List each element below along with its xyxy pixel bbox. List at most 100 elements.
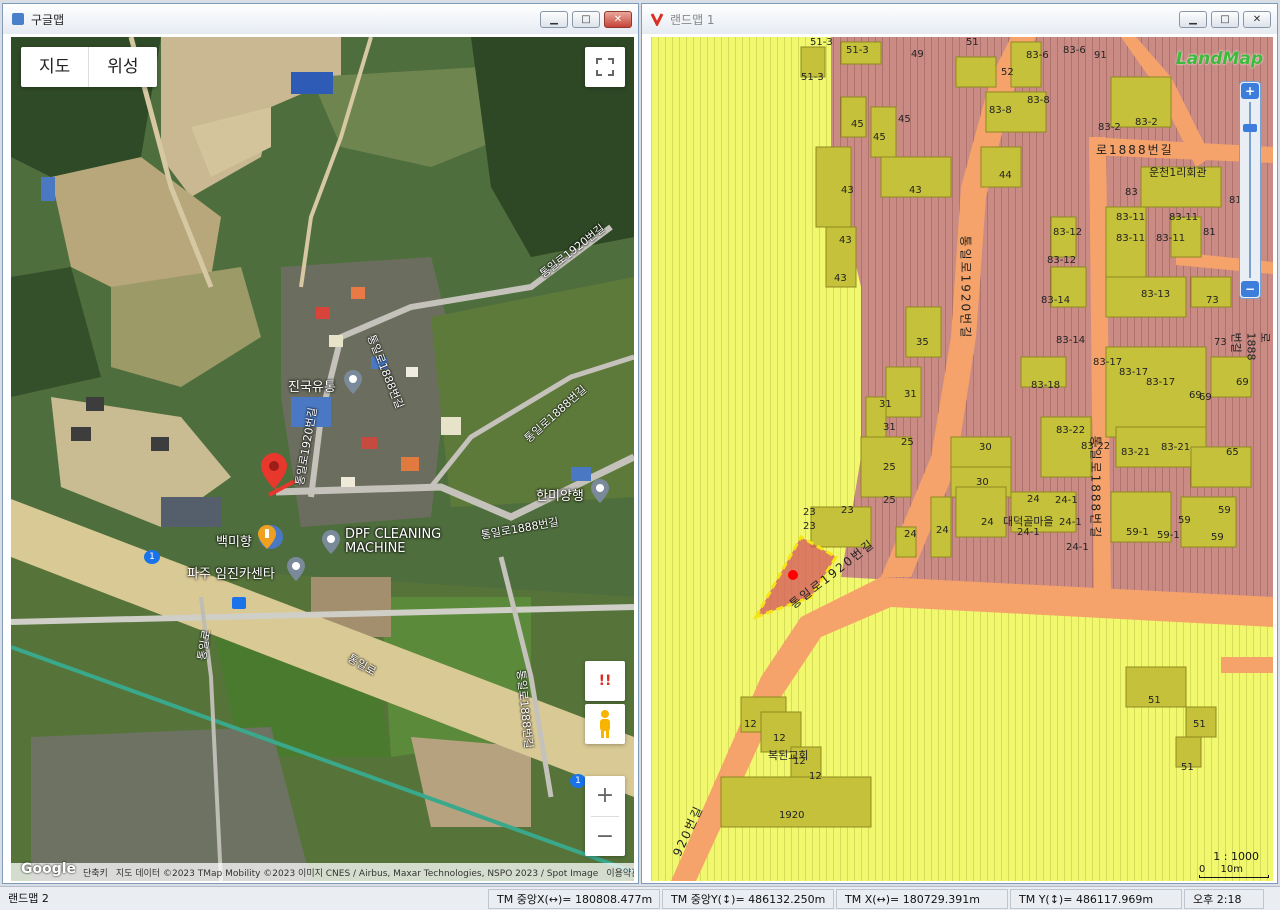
place-pin-icon[interactable] <box>344 370 362 394</box>
landmap-window: 랜드맵 1 ▁ □ ✕ 통일로1920번길 통일로1920번길 로1888번길 … <box>641 3 1278 884</box>
lot-number: 59 <box>1178 515 1191 526</box>
lot-number: 81 <box>1203 227 1216 238</box>
landmap-logo: LandMap <box>1175 49 1263 69</box>
lot-number: 51 <box>1193 719 1206 730</box>
lot-number: 83-8 <box>1027 95 1050 106</box>
lot-number: 51 <box>966 37 979 48</box>
lot-number: 23 <box>803 521 816 532</box>
landmap-titlebar[interactable]: 랜드맵 1 ▁ □ ✕ <box>642 4 1277 34</box>
google-map-titlebar[interactable]: 구글맵 ▁ □ ✕ <box>3 4 638 34</box>
lot-number: 73 <box>1214 337 1227 348</box>
satellite-map-view[interactable]: 지도 위성 진국유통 한미양행 백미향 DPF CLEANING MACHINE… <box>11 37 634 881</box>
status-clock: 오후 2:18 <box>1184 888 1264 909</box>
street-view-pegman-button[interactable] <box>585 704 625 744</box>
lot-number: 24 <box>1027 494 1040 505</box>
lot-number: 30 <box>976 477 989 488</box>
place-label-hanmi[interactable]: 한미양행 <box>536 485 584 504</box>
lot-number: 83-2 <box>1098 122 1121 133</box>
lot-number: 43 <box>841 185 854 196</box>
minimize-icon: ▁ <box>1189 14 1197 25</box>
zoom-control: + − <box>585 776 625 856</box>
lot-number: 44 <box>999 170 1012 181</box>
lot-number: 83-18 <box>1031 380 1061 391</box>
scale-ratio: 1 : 1000 <box>1213 850 1259 863</box>
status-tm-center-x: TM 중앙X(↔)= 180808.477m <box>488 888 660 909</box>
landmap-title: 랜드맵 1 <box>670 12 715 27</box>
lot-number: 83-21 <box>1161 442 1191 453</box>
cadastral-map-view[interactable]: 통일로1920번길 통일로1920번길 로1888번길 통일로1888번길 통일… <box>651 37 1273 881</box>
lot-number: 12 <box>793 756 806 767</box>
minimize-button[interactable]: ▁ <box>1179 11 1207 28</box>
route-badge: 1 <box>144 550 160 564</box>
lot-number: 69 <box>1199 392 1212 403</box>
zoom-out-button[interactable]: − <box>596 817 614 856</box>
maximize-icon: □ <box>581 14 591 25</box>
place-label-jinguk[interactable]: 진국유통 <box>288 376 336 395</box>
zoom-in-button[interactable]: + <box>596 776 614 816</box>
route-badge: 1 <box>570 774 586 788</box>
lot-number: 30 <box>979 442 992 453</box>
lot-number: 1920 <box>779 810 805 821</box>
lot-number: 31 <box>883 422 896 433</box>
fullscreen-button[interactable] <box>585 47 625 87</box>
lot-number: 31 <box>904 389 917 400</box>
status-tm-center-y: TM 중앙Y(↕)= 486132.250m <box>662 888 834 909</box>
lot-number: 83-2 <box>1135 117 1158 128</box>
lot-number: 52 <box>1001 67 1014 78</box>
lot-number: 25 <box>901 437 914 448</box>
lot-number: 83-22 <box>1081 441 1111 452</box>
map-type-satellite-button[interactable]: 위성 <box>88 47 156 87</box>
minimize-button[interactable]: ▁ <box>540 11 568 28</box>
scale-bar-ten: 10m <box>1220 864 1243 875</box>
maximize-button[interactable]: □ <box>1211 11 1239 28</box>
close-button[interactable]: ✕ <box>604 11 632 28</box>
lot-number: 83-21 <box>1121 447 1151 458</box>
lot-number: 51 <box>1181 762 1194 773</box>
lot-number: 91 <box>1094 50 1107 61</box>
place-pin-icon[interactable] <box>322 530 340 554</box>
road-label-1888: 로1888번길 <box>1096 143 1174 157</box>
lot-number: 83-8 <box>989 105 1012 116</box>
lot-number: 83-17 <box>1119 367 1149 378</box>
place-label-baekmi[interactable]: 백미향 <box>216 531 252 550</box>
lot-number: 24 <box>936 525 949 536</box>
lot-number: 83-11 <box>1116 212 1146 223</box>
zoom-out-button[interactable]: − <box>1241 281 1259 297</box>
close-button[interactable]: ✕ <box>1243 11 1271 28</box>
close-icon: ✕ <box>613 14 623 25</box>
lot-number: 83-14 <box>1041 295 1071 306</box>
satellite-imagery <box>11 37 634 881</box>
fullscreen-icon <box>596 58 614 76</box>
lot-number: 83-12 <box>1047 255 1077 266</box>
report-button[interactable]: !! <box>585 661 625 701</box>
lot-number: 23 <box>803 507 816 518</box>
place-label-dpf[interactable]: DPF CLEANING MACHINE <box>345 528 441 556</box>
maximize-button[interactable]: □ <box>572 11 600 28</box>
lot-number: 83 <box>1125 187 1138 198</box>
google-map-title: 구글맵 <box>31 12 65 27</box>
lot-number: 24-1 <box>1059 517 1082 528</box>
place-label-paju[interactable]: 파주 임진카센타 <box>187 563 275 582</box>
status-bar: 랜드맵 2 TM 중앙X(↔)= 180808.477m TM 중앙Y(↕)= … <box>0 886 1280 910</box>
lot-number: 12 <box>809 771 822 782</box>
lot-number: 25 <box>883 495 896 506</box>
lot-number: 25 <box>883 462 896 473</box>
place-pin-icon[interactable] <box>591 479 609 503</box>
lot-number: 83-11 <box>1156 233 1186 244</box>
zoom-in-button[interactable]: + <box>1241 83 1259 99</box>
scale-bar: 0 10m <box>1198 864 1269 878</box>
keyboard-shortcuts-link[interactable]: 단축키 <box>83 866 108 879</box>
lot-number: 83-11 <box>1116 233 1146 244</box>
lot-number: 24 <box>981 517 994 528</box>
zoom-thumb[interactable] <box>1243 124 1257 132</box>
map-type-map-button[interactable]: 지도 <box>21 47 88 87</box>
place-pin-icon[interactable] <box>287 557 305 581</box>
bus-stop-icon[interactable] <box>232 597 246 609</box>
lot-number: 24 <box>904 529 917 540</box>
lot-number: 49 <box>911 49 924 60</box>
restaurant-pin-icon[interactable] <box>258 525 276 549</box>
zoom-slider[interactable]: + − <box>1239 81 1261 299</box>
lot-number: 59 <box>1211 532 1224 543</box>
lot-number: 51-3 <box>801 72 824 83</box>
terms-link[interactable]: 이용약관 <box>606 866 634 879</box>
